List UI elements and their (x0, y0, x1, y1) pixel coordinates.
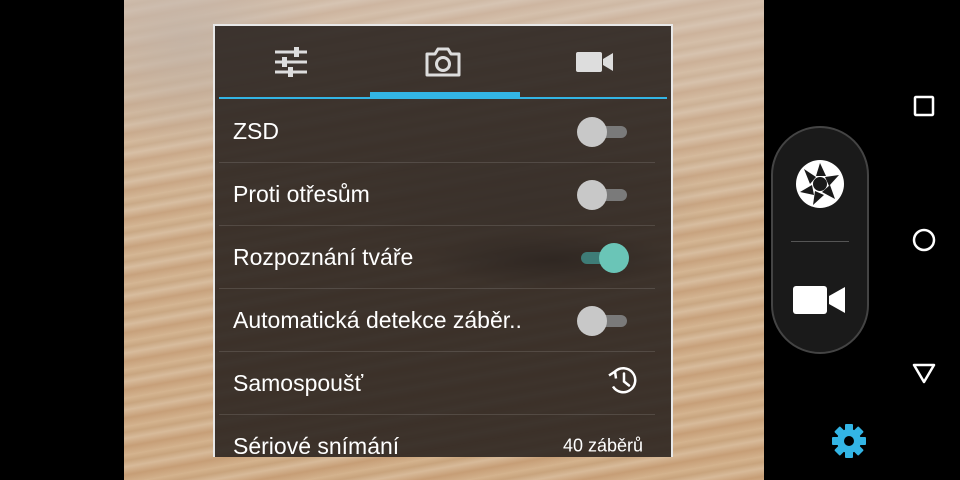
setting-label: Automatická detekce záběr.. (233, 306, 522, 333)
shutter-icon (796, 160, 844, 208)
camera-settings-panel: ZSD Proti otřesům Rozpoznání tváře Autom… (213, 24, 673, 457)
capture-controls (771, 126, 869, 354)
tab-video-settings[interactable] (519, 26, 671, 98)
tab-photo-settings[interactable] (367, 26, 519, 98)
anti-shake-toggle[interactable] (577, 179, 627, 210)
setting-row-self-timer[interactable]: Samospoušť (219, 352, 655, 415)
setting-label: Rozpoznání tváře (233, 243, 414, 270)
face-detection-toggle[interactable] (577, 242, 629, 273)
timer-icon (607, 366, 639, 401)
settings-button[interactable] (830, 422, 868, 465)
gear-icon (832, 424, 866, 458)
camera-icon (425, 47, 461, 77)
settings-tabs (215, 26, 671, 99)
nav-back-button[interactable] (908, 357, 940, 389)
back-icon (912, 363, 936, 384)
setting-row-anti-shake[interactable]: Proti otřesům (219, 163, 655, 226)
setting-row-zsd[interactable]: ZSD (219, 100, 655, 163)
setting-row-auto-scene-detection[interactable]: Automatická detekce záběr.. (219, 289, 655, 352)
active-tab-indicator (370, 92, 520, 98)
video-camera-icon (576, 52, 613, 72)
nav-home-button[interactable] (908, 224, 940, 256)
recents-icon (913, 95, 935, 117)
home-icon (912, 228, 936, 252)
setting-label: Proti otřesům (233, 180, 370, 207)
settings-list: ZSD Proti otřesům Rozpoznání tváře Autom… (219, 100, 655, 457)
video-record-icon (793, 286, 845, 314)
tab-general-settings[interactable] (215, 26, 367, 98)
zsd-toggle[interactable] (577, 116, 627, 147)
capture-divider (791, 241, 849, 242)
burst-count-value: 40 záběrů (562, 435, 643, 456)
setting-label: Samospoušť (233, 369, 364, 396)
nav-recents-button[interactable] (908, 90, 940, 122)
sliders-icon (275, 47, 307, 77)
setting-label: Sériové snímání (233, 432, 400, 458)
setting-row-face-detection[interactable]: Rozpoznání tváře (219, 226, 655, 289)
setting-row-burst-shot[interactable]: Sériové snímání 40 záběrů (219, 415, 655, 458)
auto-scene-detection-toggle[interactable] (577, 305, 627, 336)
shutter-button[interactable] (773, 134, 867, 234)
setting-label: ZSD (233, 117, 279, 144)
record-video-button[interactable] (773, 250, 867, 350)
